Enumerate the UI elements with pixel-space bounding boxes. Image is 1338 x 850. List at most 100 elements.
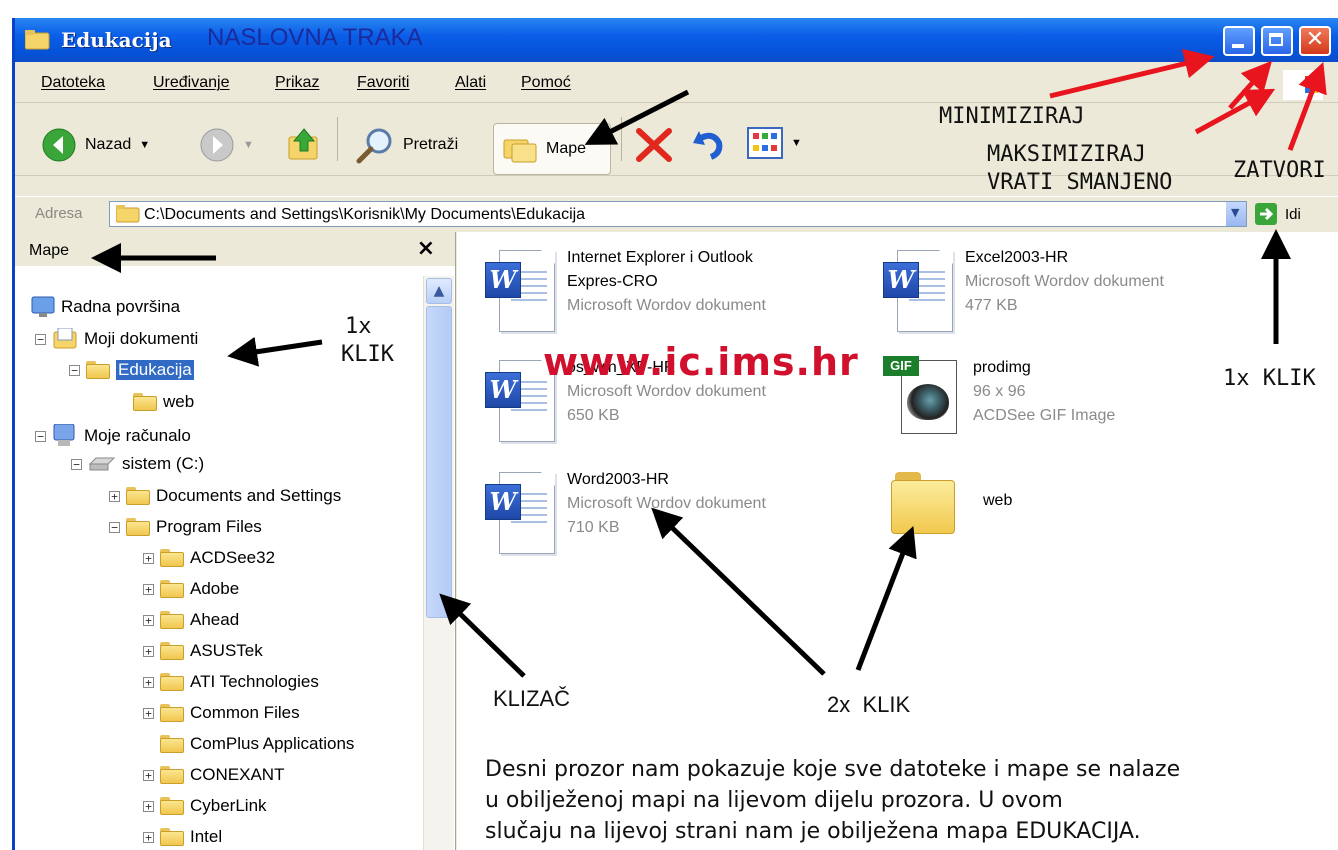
folder-item[interactable]: web: [891, 472, 1013, 534]
go-button[interactable]: Idi: [1255, 203, 1301, 225]
minimize-button[interactable]: [1223, 26, 1255, 56]
close-button[interactable]: ✕: [1299, 26, 1331, 56]
tree-item-adobe[interactable]: + Adobe: [143, 579, 239, 599]
tree-item-label: ASUSTek: [190, 641, 263, 660]
desktop-icon: [31, 296, 55, 317]
collapse-icon[interactable]: −: [109, 521, 120, 533]
expand-icon[interactable]: +: [143, 583, 154, 595]
drive-icon: [88, 457, 116, 471]
tree-item-cyberlink[interactable]: + CyberLink: [143, 796, 267, 816]
expand-icon[interactable]: +: [143, 769, 154, 781]
scroll-up-button[interactable]: ▲: [426, 278, 452, 304]
up-folder-icon[interactable]: [285, 125, 323, 163]
tree-item-label: sistem (C:): [122, 454, 205, 473]
menu-datoteka[interactable]: Datoteka: [41, 74, 105, 92]
folders-pane-title: Mape: [29, 242, 70, 259]
delete-icon[interactable]: [635, 127, 673, 163]
file-name: Excel2003-HR: [965, 249, 1069, 266]
scrollbar-thumb[interactable]: [426, 306, 452, 618]
description-line: slučaju na lijevoj strani nam je obiljež…: [485, 819, 1141, 844]
gif-image-icon: GIF: [883, 356, 963, 436]
tree-item-label: ATI Technologies: [190, 672, 319, 691]
folder-icon: [891, 472, 959, 534]
tree-item-label: Intel: [190, 827, 223, 846]
tree-item-system-drive[interactable]: − sistem (C:): [71, 454, 204, 474]
expand-icon[interactable]: +: [143, 552, 154, 564]
views-button[interactable]: ▼: [747, 127, 802, 159]
tree-item-label: Ahead: [190, 610, 240, 629]
my-computer-icon: [53, 424, 75, 446]
address-bar: Adresa C:\Documents and Settings\Korisni…: [15, 196, 1338, 229]
folder-icon: [133, 393, 157, 411]
toolbar-separator: [337, 117, 338, 161]
tree-item-label: Edukacija: [116, 360, 194, 380]
folders-button[interactable]: Mape: [493, 123, 611, 175]
forward-button[interactable]: ▼: [199, 127, 254, 163]
folder-icon: [160, 797, 184, 815]
undo-icon[interactable]: [689, 125, 727, 161]
tree-item-my-computer[interactable]: − Moje računalo: [35, 424, 191, 448]
tree-item-desktop[interactable]: Radna površina: [31, 296, 180, 318]
expand-icon[interactable]: +: [143, 676, 154, 688]
tree-item-label: ComPlus Applications: [190, 734, 355, 753]
tree-item-label: Common Files: [190, 703, 300, 722]
tree-item-ahead[interactable]: + Ahead: [143, 610, 239, 630]
collapse-icon[interactable]: −: [69, 364, 80, 376]
description-line: Desni prozor nam pokazuje koje sve datot…: [485, 757, 1181, 782]
tree-item-label: Program Files: [156, 517, 262, 536]
tree-item-complus-applications[interactable]: ComPlus Applications: [143, 734, 354, 754]
collapse-icon[interactable]: −: [35, 430, 46, 442]
menu-pomoc[interactable]: Pomoć: [521, 74, 571, 92]
folder-name: web: [983, 492, 1013, 509]
tree-item-label: CONEXANT: [190, 765, 285, 784]
expand-icon[interactable]: +: [109, 490, 120, 502]
collapse-icon[interactable]: −: [35, 333, 46, 345]
tree-item-ati-technologies[interactable]: + ATI Technologies: [143, 672, 319, 692]
folder-icon: [160, 704, 184, 722]
file-item[interactable]: W Excel2003-HR Microsoft Wordov dokument…: [883, 246, 1164, 334]
file-name: prodimg: [973, 359, 1031, 376]
expand-icon[interactable]: +: [143, 800, 154, 812]
file-item[interactable]: W Word2003-HR Microsoft Wordov dokument …: [485, 468, 766, 556]
menu-favoriti[interactable]: Favoriti: [357, 74, 409, 92]
tree-item-documents-and-settings[interactable]: + Documents and Settings: [109, 486, 341, 506]
file-name: Internet Explorer i Outlook: [567, 249, 753, 266]
expand-icon[interactable]: +: [143, 831, 154, 843]
chevron-down-icon: ▼: [243, 139, 254, 151]
file-type: ACDSee GIF Image: [973, 407, 1116, 424]
address-input[interactable]: C:\Documents and Settings\Korisnik\My Do…: [109, 201, 1247, 227]
menu-prikaz[interactable]: Prikaz: [275, 74, 319, 92]
chevron-up-icon: ▲: [433, 283, 445, 299]
click-once-annotation: 1x: [345, 314, 372, 339]
folders-pane-close-icon[interactable]: ×: [417, 236, 435, 261]
tree-item-web[interactable]: web: [133, 392, 194, 412]
collapse-icon[interactable]: −: [71, 458, 82, 470]
tree-item-my-documents[interactable]: − Moji dokumenti: [35, 328, 198, 350]
tree-item-acdsee32[interactable]: + ACDSee32: [143, 548, 275, 568]
tree-item-label: Documents and Settings: [156, 486, 342, 505]
expand-icon[interactable]: +: [143, 614, 154, 626]
windows-logo-icon: [1283, 70, 1323, 100]
address-dropdown-button[interactable]: ▼: [1226, 202, 1246, 226]
maximize-button[interactable]: [1261, 26, 1293, 56]
word-document-icon: W: [485, 468, 557, 556]
menu-uredivanje[interactable]: Uređivanje: [153, 74, 229, 92]
tree-item-label: CyberLink: [190, 796, 267, 815]
expand-icon[interactable]: +: [143, 707, 154, 719]
folder-icon: [160, 828, 184, 846]
tree-item-program-files[interactable]: − Program Files: [109, 517, 262, 537]
back-button[interactable]: Nazad ▼: [41, 127, 150, 163]
tree-item-intel[interactable]: + Intel: [143, 827, 222, 847]
folder-icon: [116, 205, 140, 223]
file-item[interactable]: W Internet Explorer i Outlook Expres-CRO…: [485, 246, 766, 334]
tree-scrollbar[interactable]: ▲: [423, 276, 454, 850]
tree-item-edukacija[interactable]: − Edukacija: [69, 360, 194, 380]
tree-item-conexant[interactable]: + CONEXANT: [143, 765, 284, 785]
expand-icon[interactable]: +: [143, 645, 154, 657]
file-item[interactable]: GIF prodimg 96 x 96 ACDSee GIF Image: [883, 356, 1115, 436]
menu-alati[interactable]: Alati: [455, 74, 486, 92]
title-bar[interactable]: Edukacija NASLOVNA TRAKA ✕: [15, 18, 1338, 62]
tree-item-asustek[interactable]: + ASUSTek: [143, 641, 263, 661]
search-button[interactable]: Pretraži: [355, 125, 458, 165]
tree-item-common-files[interactable]: + Common Files: [143, 703, 300, 723]
